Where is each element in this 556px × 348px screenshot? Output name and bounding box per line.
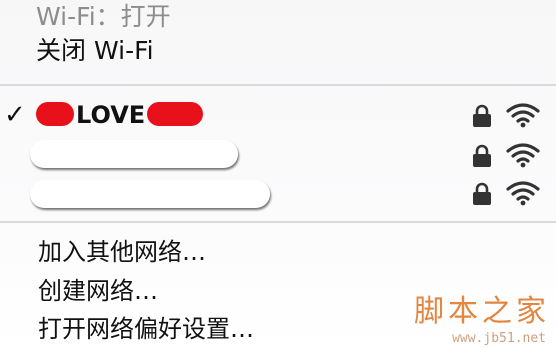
- join-other-network-item[interactable]: 加入其他网络…: [38, 235, 206, 269]
- wifi-status-row: Wi-Fi：打开: [0, 0, 556, 34]
- lock-icon: [473, 104, 491, 127]
- lock-icon: [473, 144, 491, 167]
- create-network-item[interactable]: 创建网络…: [38, 274, 158, 308]
- network-item[interactable]: [0, 176, 556, 210]
- redaction-mark: [36, 102, 74, 126]
- wifi-signal-icon: [506, 143, 540, 168]
- checkmark-icon: ✓: [4, 100, 26, 130]
- wifi-signal-icon: [506, 181, 540, 206]
- open-network-preferences-item[interactable]: 打开网络偏好设置…: [38, 312, 254, 346]
- wifi-signal-icon: [506, 103, 540, 128]
- network-name-visible: LOVE: [76, 101, 146, 129]
- site-watermark: 脚本之家: [414, 294, 550, 329]
- menu-separator: [0, 84, 556, 86]
- wifi-menu: Wi-Fi：打开 关闭 Wi-Fi ✓ LOVE 加入其他网络… 创建网络… 打…: [0, 0, 556, 348]
- site-watermark-url: www.jb51.net: [452, 331, 546, 346]
- network-name: LOVE: [36, 98, 204, 132]
- redaction-mark: [30, 180, 270, 208]
- wifi-toggle-item[interactable]: 关闭 Wi-Fi: [0, 34, 556, 68]
- redaction-mark: [30, 140, 238, 168]
- wifi-toggle-label: 关闭 Wi-Fi: [36, 36, 154, 65]
- network-item[interactable]: [0, 138, 556, 172]
- network-item-connected[interactable]: ✓ LOVE: [0, 98, 556, 132]
- wifi-status-label: Wi-Fi：打开: [36, 2, 171, 31]
- redaction-mark: [147, 102, 204, 126]
- menu-separator: [0, 221, 556, 223]
- lock-icon: [473, 182, 491, 205]
